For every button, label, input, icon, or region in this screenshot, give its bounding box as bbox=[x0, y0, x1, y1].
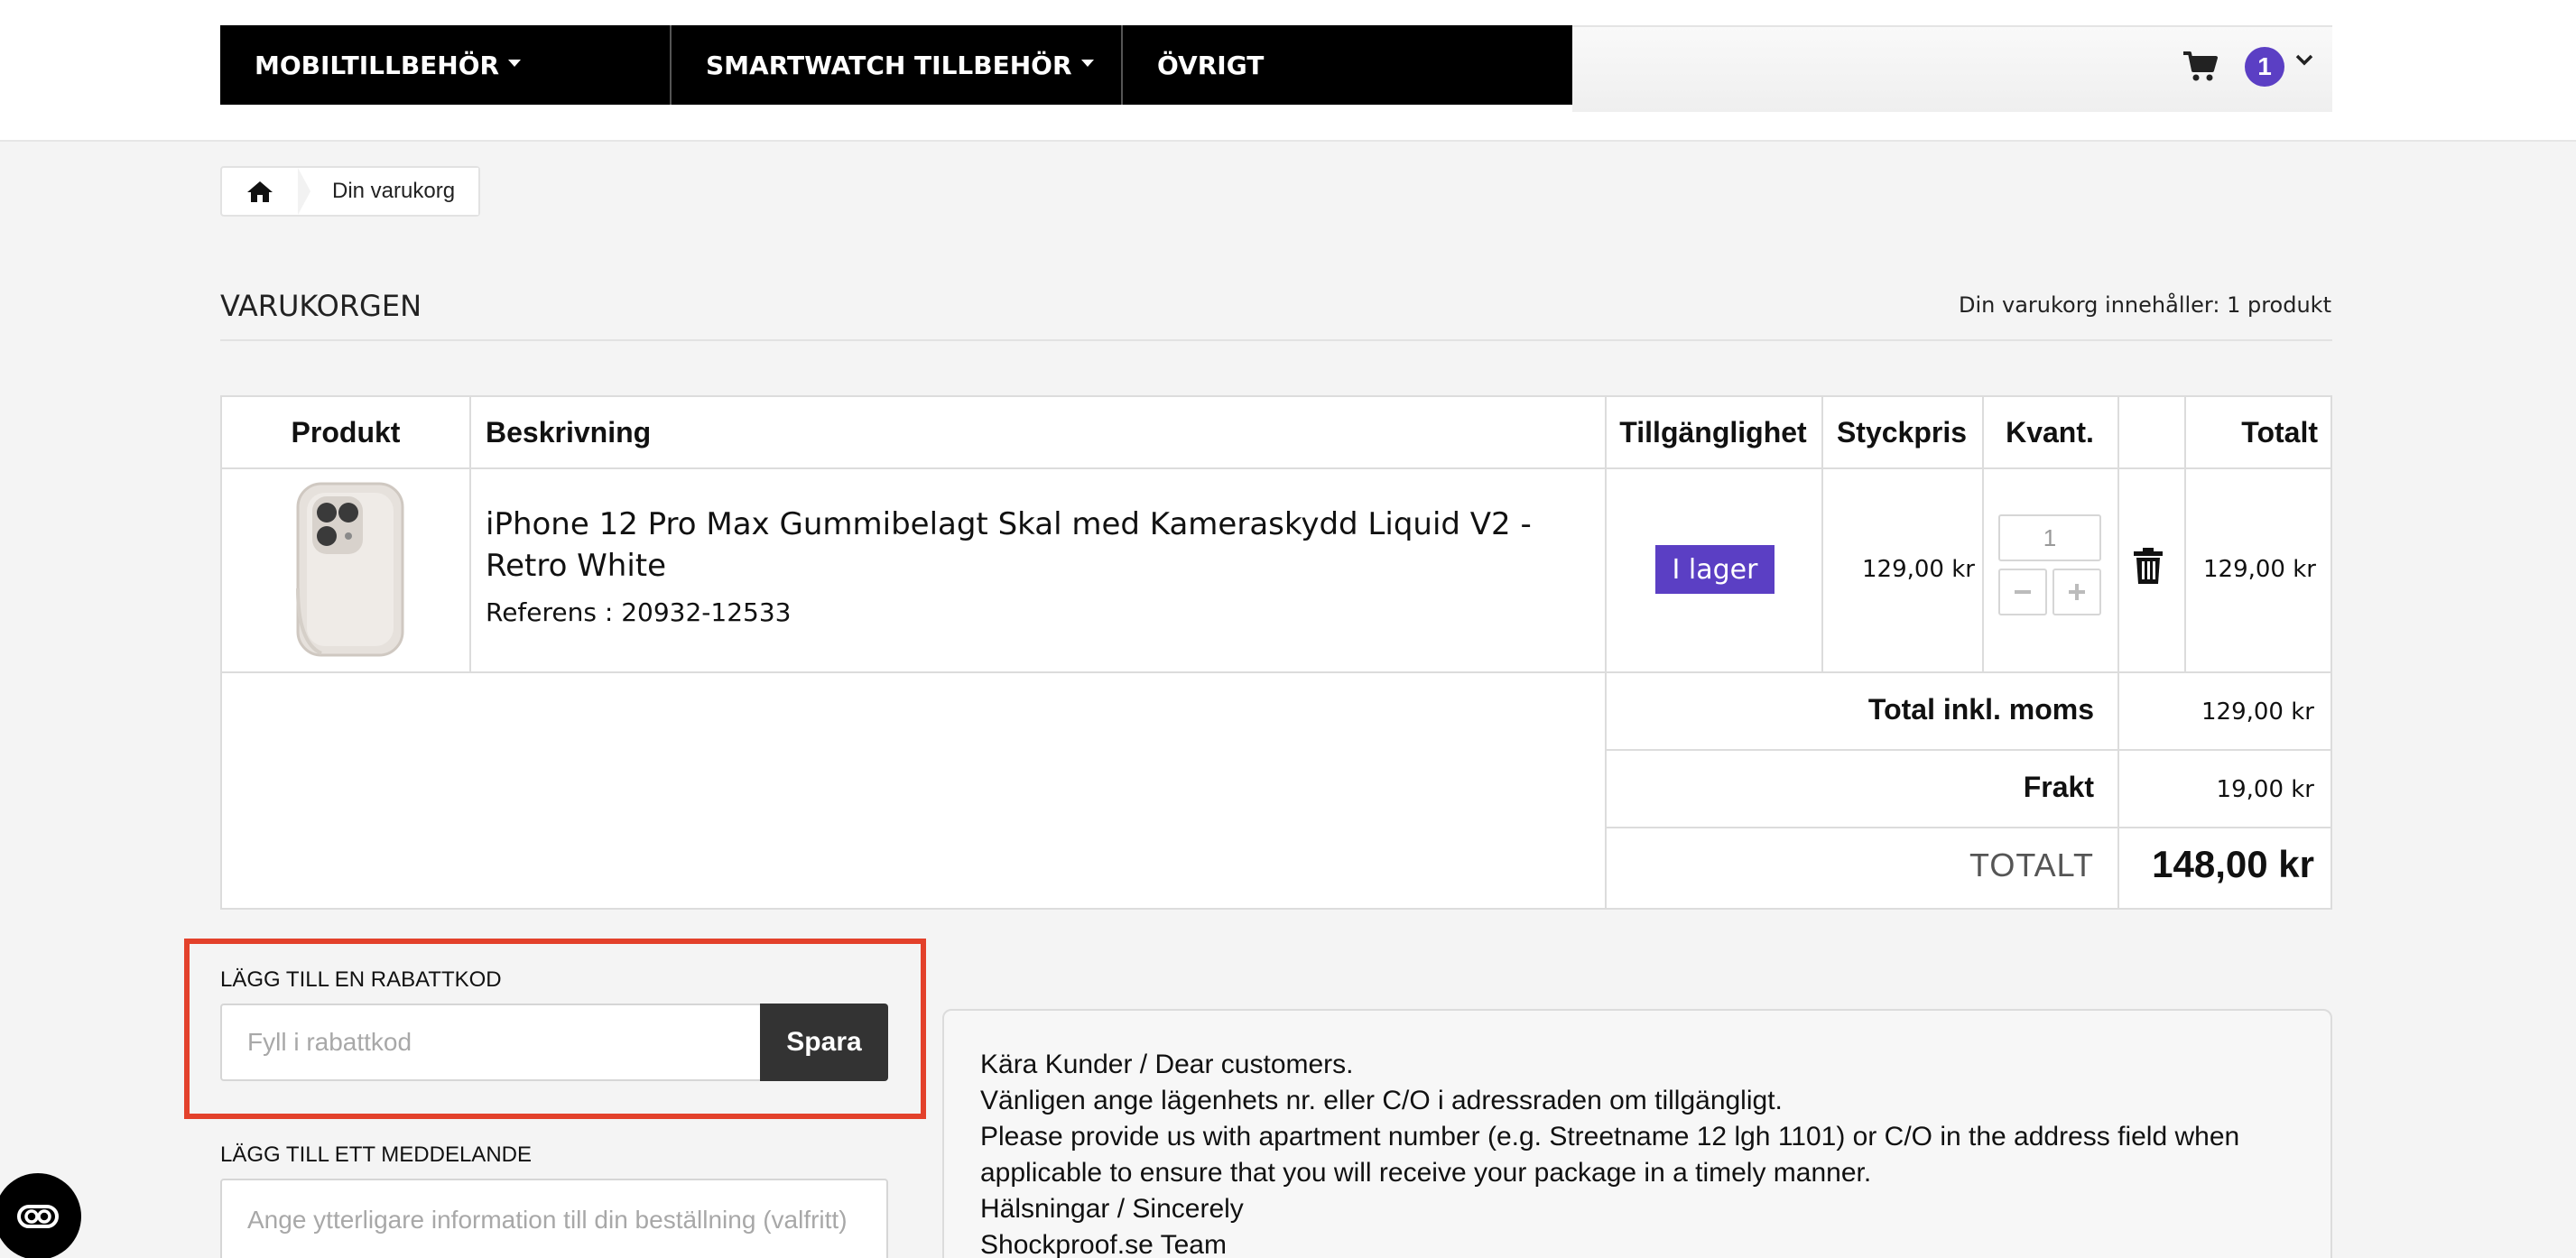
discount-heading: LÄGG TILL EN RABATTKOD bbox=[220, 967, 502, 992]
table-divider bbox=[1605, 749, 2330, 751]
shipping-label: Frakt bbox=[2023, 771, 2094, 803]
column-header-unit-price: Styckpris bbox=[1836, 415, 1968, 449]
table-divider bbox=[2184, 397, 2186, 671]
nav-item-label: MOBILTILLBEHÖR bbox=[255, 50, 500, 80]
total-incl-vat-label: Total inkl. moms bbox=[1867, 693, 2094, 726]
notice-line: Please provide us with apartment number … bbox=[980, 1122, 2240, 1188]
site-header: MOBILTILLBEHÖR SMARTWATCH TILLBEHÖR ÖVRI… bbox=[0, 0, 2576, 142]
accessibility-button[interactable] bbox=[0, 1173, 81, 1258]
nav-item-label: SMARTWATCH TILLBEHÖR bbox=[706, 50, 1072, 80]
table-divider bbox=[1821, 397, 1823, 671]
trash-icon[interactable] bbox=[2132, 547, 2164, 585]
column-header-quantity: Kvant. bbox=[2006, 415, 2094, 449]
cart-icon[interactable] bbox=[2182, 51, 2219, 83]
nav-item-smartwatch-tillbehor[interactable]: SMARTWATCH TILLBEHÖR bbox=[672, 25, 1123, 105]
column-header-description: Beskrivning bbox=[486, 415, 652, 449]
column-header-availability: Tillgänglighet bbox=[1619, 415, 1807, 449]
cart-table: Produkt Beskrivning Tillgänglighet Styck… bbox=[220, 395, 2332, 910]
unit-price: 129,00 kr bbox=[1862, 556, 1975, 583]
notice-line: Vänligen ange lägenhets nr. eller C/O i … bbox=[980, 1086, 1783, 1115]
cart-item-count: Din varukorg innehåller: 1 produkt bbox=[1959, 292, 2331, 318]
caret-down-icon bbox=[508, 60, 522, 67]
product-reference: Referens : 20932-12533 bbox=[486, 597, 792, 627]
grand-total-label: TOTALT bbox=[1969, 846, 2094, 883]
notice-line: Kära Kunder / Dear customers. bbox=[980, 1050, 1354, 1079]
chevron-down-icon[interactable] bbox=[2294, 52, 2314, 67]
nav-item-ovrigt[interactable]: ÖVRIGT bbox=[1123, 25, 1572, 105]
accessibility-icon bbox=[17, 1205, 59, 1228]
column-header-product: Produkt bbox=[291, 415, 401, 449]
message-heading: LÄGG TILL ETT MEDDELANDE bbox=[220, 1142, 532, 1167]
stock-status-badge: I lager bbox=[1655, 545, 1774, 594]
nav-item-mobiltillbehor[interactable]: MOBILTILLBEHÖR bbox=[220, 25, 672, 105]
notice-line: Shockproof.se Team bbox=[980, 1230, 1227, 1258]
divider bbox=[220, 339, 2332, 341]
breadcrumb: Din varukorg bbox=[220, 166, 481, 217]
quantity-input[interactable]: 1 bbox=[1998, 514, 2101, 561]
notice-line: Hälsningar / Sincerely bbox=[980, 1194, 1244, 1224]
total-incl-vat-value: 129,00 kr bbox=[2201, 698, 2314, 726]
caret-down-icon bbox=[1080, 60, 1094, 67]
minus-icon bbox=[2015, 590, 2031, 594]
shipping-value: 19,00 kr bbox=[2216, 776, 2314, 803]
table-divider bbox=[1605, 827, 2330, 828]
line-total: 129,00 kr bbox=[2203, 556, 2316, 583]
table-divider bbox=[2117, 397, 2119, 908]
quantity-increase-button[interactable] bbox=[2052, 569, 2101, 615]
table-divider bbox=[469, 397, 471, 671]
save-discount-button[interactable]: Spara bbox=[760, 1004, 888, 1081]
column-header-total: Totalt bbox=[2241, 415, 2318, 449]
table-divider bbox=[222, 671, 2330, 673]
table-divider bbox=[1982, 397, 1984, 671]
page-title: VARUKORGEN bbox=[220, 289, 422, 323]
discount-code-input[interactable] bbox=[220, 1004, 760, 1081]
customer-notice: Kära Kunder / Dear customers. Vänligen a… bbox=[942, 1009, 2332, 1258]
breadcrumb-home[interactable] bbox=[222, 168, 310, 215]
breadcrumb-current: Din varukorg bbox=[298, 168, 479, 215]
table-divider bbox=[222, 467, 2330, 469]
product-name-link[interactable]: iPhone 12 Pro Max Gummibelagt Skal med K… bbox=[486, 504, 1569, 587]
plus-icon bbox=[2069, 584, 2085, 600]
order-message-input[interactable] bbox=[220, 1179, 888, 1258]
home-icon bbox=[247, 181, 273, 202]
grand-total-value: 148,00 kr bbox=[2152, 843, 2314, 885]
main-nav: MOBILTILLBEHÖR SMARTWATCH TILLBEHÖR ÖVRI… bbox=[220, 25, 1572, 105]
product-image[interactable] bbox=[294, 480, 406, 659]
quantity-decrease-button[interactable] bbox=[1998, 569, 2047, 615]
table-divider bbox=[1605, 397, 1607, 908]
nav-item-label: ÖVRIGT bbox=[1157, 50, 1265, 80]
cart-count-badge[interactable]: 1 bbox=[2245, 47, 2284, 87]
